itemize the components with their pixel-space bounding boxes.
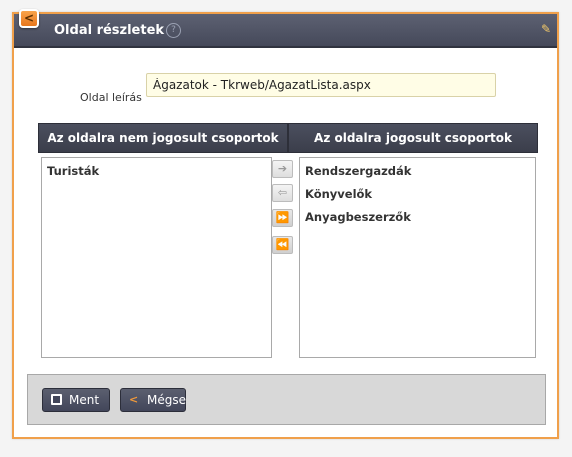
unauthorized-groups-list[interactable]: Turisták <box>41 157 272 358</box>
move-left-button[interactable]: ⇦ <box>272 184 293 202</box>
help-icon[interactable]: ? <box>166 23 181 38</box>
list-item[interactable]: Turisták <box>47 162 266 185</box>
page-details-dialog: Oldal részletek ? ✎ Oldal leírás Az olda… <box>12 12 559 439</box>
save-button-label: Ment <box>69 393 100 407</box>
list-item[interactable]: Anyagbeszerzők <box>305 208 530 231</box>
back-button[interactable]: < <box>19 9 39 28</box>
list-item[interactable]: Könyvelők <box>305 185 530 208</box>
description-input[interactable] <box>146 73 496 97</box>
list-item[interactable]: Rendszergazdák <box>305 162 530 185</box>
save-button[interactable]: Ment <box>42 388 110 412</box>
dialog-footer: Ment < Mégse <box>27 374 546 425</box>
chevron-left-icon: < <box>129 393 139 406</box>
authorized-groups-header: Az oldalra jogosult csoportok <box>288 123 538 153</box>
move-all-left-button[interactable]: ⏪ <box>272 236 293 254</box>
unauthorized-groups-header: Az oldalra nem jogosult csoportok <box>38 123 288 153</box>
description-label: Oldal leírás <box>80 91 142 104</box>
cancel-button-label: Mégse <box>147 393 186 407</box>
dialog-titlebar: Oldal részletek ? ✎ <box>14 14 557 48</box>
floppy-disk-icon <box>51 394 62 405</box>
move-all-right-button[interactable]: ⏩ <box>272 209 293 227</box>
edit-icon[interactable]: ✎ <box>541 22 551 36</box>
dialog-title: Oldal részletek <box>54 23 165 38</box>
cancel-button[interactable]: < Mégse <box>120 388 186 412</box>
authorized-groups-list[interactable]: Rendszergazdák Könyvelők Anyagbeszerzők <box>299 157 536 358</box>
move-right-button[interactable]: ➔ <box>272 160 293 178</box>
